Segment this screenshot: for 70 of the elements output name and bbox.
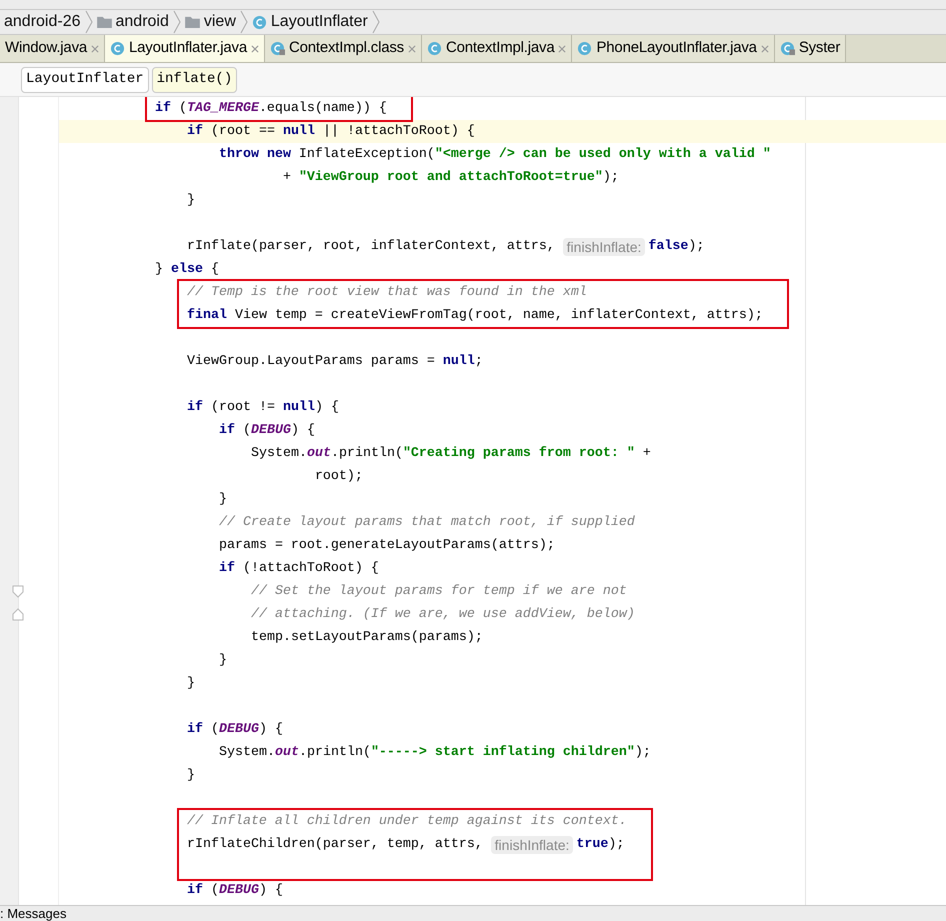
code-text: true); — [576, 836, 624, 854]
code-line: if (DEBUG) { — [218, 422, 315, 440]
code-line: } — [218, 491, 227, 509]
locked-class-icon — [270, 41, 285, 56]
code-line: } else { — [154, 261, 219, 279]
code-line: System.out.println("Creating params from root: " + — [250, 445, 651, 463]
code-line: } — [218, 652, 227, 670]
code-line: if (!attachToRoot) { — [218, 560, 379, 578]
close-icon[interactable] — [760, 44, 769, 52]
code-line: root); — [314, 468, 363, 486]
messages-tool-tab[interactable]: : Messages — [0, 907, 66, 920]
fold-icon[interactable] — [12, 585, 24, 621]
chevron-icon — [84, 10, 92, 34]
chevron-icon — [240, 10, 248, 34]
editor-tab[interactable]: PhoneLayoutInflater.java — [572, 35, 775, 62]
code-line: throw new InflateException("<merge /> can be used only with a valid " — [218, 146, 771, 164]
code-line: } — [186, 767, 195, 785]
tab-label: Window.java — [5, 38, 88, 58]
code-line: ViewGroup.LayoutParams params = null; — [186, 353, 483, 371]
code-line: if (root != null) { — [186, 399, 339, 417]
breadcrumb-item[interactable]: android-26 — [0, 10, 84, 34]
close-icon[interactable] — [91, 44, 100, 52]
code-line: if (root == null || !attachToRoot) { — [186, 123, 475, 141]
code-line: } — [186, 675, 195, 693]
code-line: // Temp is the root view that was found in the xml — [186, 284, 587, 302]
structure-path-item[interactable]: inflate() — [152, 66, 238, 92]
structure-path-item[interactable]: LayoutInflater — [21, 66, 149, 92]
breadcrumb-item[interactable]: LayoutInflater — [248, 10, 372, 34]
locked-class-icon — [780, 41, 795, 56]
tab-label: Syster — [798, 38, 840, 58]
code-text: rInflateChildren(parser, temp, attrs, — [186, 836, 483, 854]
chevron-icon — [372, 10, 380, 34]
code-text: false); — [648, 238, 704, 256]
breadcrumb-item[interactable]: android — [92, 10, 173, 34]
close-icon[interactable] — [250, 44, 259, 52]
editor-tab[interactable]: ContextImpl.class — [264, 35, 422, 62]
tab-label: ContextImpl.class — [288, 38, 404, 58]
tab-label: ContextImpl.java — [446, 38, 554, 58]
breadcrumb-item[interactable]: view — [180, 10, 240, 34]
class-icon — [110, 41, 126, 56]
code-line: // Inflate all children under temp against its context. — [186, 813, 627, 831]
tab-label: PhoneLayoutInflater.java — [596, 38, 757, 58]
parameter-hint: finishInflate: — [562, 238, 646, 256]
close-icon[interactable] — [408, 44, 416, 52]
class-icon — [577, 41, 592, 56]
code-line: // Set the layout params for temp if we are not — [250, 583, 627, 601]
code-line: if (TAG_MERGE.equals(name)) { — [154, 100, 387, 118]
chevron-icon — [172, 10, 181, 34]
code-line: // attaching. (If we are, we use addView, below) — [250, 606, 635, 624]
parameter-hint: finishInflate: — [490, 836, 574, 854]
code-line: if (DEBUG) { — [186, 882, 283, 900]
code-text: rInflate(parser, root, inflaterContext, attrs, — [186, 238, 555, 256]
close-icon[interactable] — [558, 44, 566, 52]
class-icon — [252, 14, 267, 30]
code-line: + "ViewGroup root and attachToRoot=true"); — [282, 169, 619, 187]
editor-tab[interactable]: LayoutInflater.java — [105, 35, 265, 62]
class-icon — [426, 41, 442, 56]
code-line: } — [186, 192, 195, 210]
code-line: final View temp = createViewFromTag(root, name, inflaterContext, attrs); — [186, 307, 763, 325]
code-line: temp.setLayoutParams(params); — [250, 629, 483, 647]
code-line: System.out.println("-----> start inflating children"); — [218, 744, 651, 762]
tab-label: LayoutInflater.java — [129, 38, 247, 58]
editor-tab[interactable]: ContextImpl.java — [422, 35, 572, 62]
code-line: // Create layout params that match root, if supplied — [218, 514, 635, 532]
code-line: params = root.generateLayoutParams(attrs); — [218, 537, 555, 555]
folder-icon — [184, 16, 200, 28]
folder-icon — [96, 16, 112, 28]
editor-tab[interactable]: Window.java — [0, 35, 106, 62]
code-line: if (DEBUG) { — [186, 721, 283, 739]
editor-tab[interactable]: Syster — [774, 35, 846, 62]
